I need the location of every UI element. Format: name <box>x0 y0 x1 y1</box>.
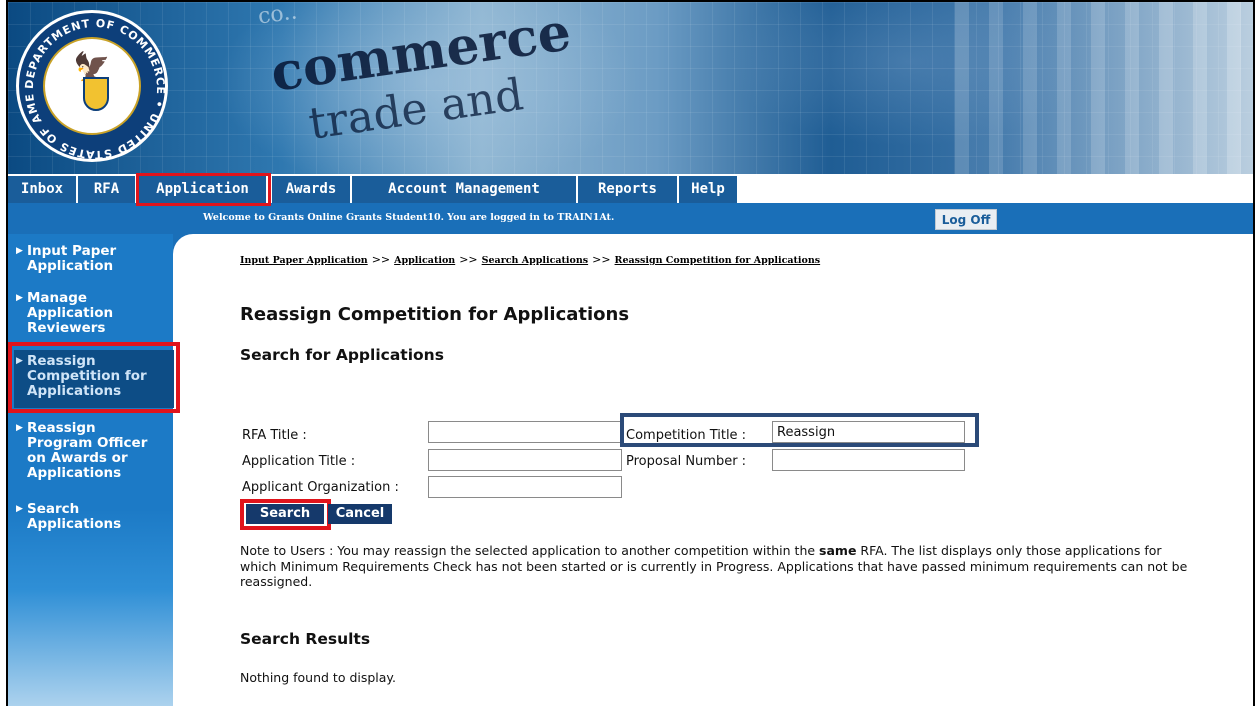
breadcrumb-separator: >> <box>592 253 611 266</box>
sidebar-item-label: Reassign <box>27 420 96 436</box>
log-off-button[interactable]: Log Off <box>935 209 997 230</box>
tab-awards[interactable]: Awards <box>272 176 352 203</box>
tab-application[interactable]: Application <box>136 173 271 206</box>
section-title-search: Search for Applications <box>240 346 444 364</box>
breadcrumb-link-search-applications[interactable]: Search Applications <box>482 255 588 266</box>
proposal-number-label: Proposal Number : <box>626 454 747 469</box>
highlight-box-sidebar <box>8 342 180 413</box>
search-results-empty-message: Nothing found to display. <box>240 670 397 685</box>
welcome-bar: Welcome to Grants Online Grants Student1… <box>8 203 1253 234</box>
note-text-bold: same <box>819 543 857 558</box>
sidebar-item-label: Applications <box>27 516 122 532</box>
applicant-organization-input[interactable] <box>428 476 622 498</box>
tab-rfa[interactable]: RFA <box>78 176 137 203</box>
sidebar-item-manage-application-reviewers[interactable]: ▶ Manage Application Reviewers <box>14 291 169 336</box>
page-title: Reassign Competition for Applications <box>240 304 630 325</box>
sidebar-item-label: Search <box>27 501 80 517</box>
search-button[interactable]: Search <box>246 504 324 524</box>
seal-shield-icon <box>83 77 109 111</box>
applicant-organization-label: Applicant Organization : <box>242 480 399 495</box>
note-text-before: Note to Users : You may reassign the sel… <box>240 543 820 558</box>
sidebar-item-reassign-program-officer[interactable]: ▶ Reassign Program Officer on Awards or … <box>14 421 169 481</box>
tab-help[interactable]: Help <box>679 176 739 203</box>
sidebar-item-input-paper-application[interactable]: ▶ Input Paper Application <box>14 244 169 274</box>
rfa-title-label: RFA Title : <box>242 428 307 443</box>
browser-frame: co.. commerce trade and DEPARTMENT OF CO… <box>6 0 1255 706</box>
sidebar-item-label: Reviewers <box>27 320 106 336</box>
rfa-title-input[interactable] <box>428 421 622 443</box>
sidebar-item-label: Application <box>27 258 114 274</box>
seal-inner-circle: 🦅 <box>43 37 141 135</box>
cancel-button[interactable]: Cancel <box>328 504 392 524</box>
search-results-title: Search Results <box>240 630 371 648</box>
breadcrumb-separator: >> <box>371 253 391 266</box>
tab-reports[interactable]: Reports <box>578 176 679 203</box>
sidebar-item-label: Manage <box>27 290 88 306</box>
breadcrumb-link-reassign-competition[interactable]: Reassign Competition for Applications <box>615 255 821 266</box>
application-title-input[interactable] <box>428 449 622 471</box>
header-banner: co.. commerce trade and DEPARTMENT OF CO… <box>8 2 1253 174</box>
sidebar-item-label: Program Officer <box>27 435 148 451</box>
tab-account-management[interactable]: Account Management <box>352 176 578 203</box>
chevron-right-icon: ▶ <box>16 246 23 256</box>
proposal-number-input[interactable] <box>772 449 965 471</box>
sidebar-item-label: Input Paper <box>27 243 117 259</box>
sidebar-item-label: Application <box>27 305 114 321</box>
breadcrumb-separator: >> <box>459 253 478 266</box>
main-nav-tabs: Inbox RFA Application Awards Account Man… <box>8 173 1253 206</box>
breadcrumb: Input Paper Application >> Application >> Se… <box>240 253 820 266</box>
chevron-right-icon: ▶ <box>16 504 23 514</box>
tab-inbox[interactable]: Inbox <box>8 176 78 203</box>
sidebar-item-label: Applications <box>27 465 122 481</box>
welcome-message: Welcome to Grants Online Grants Student1… <box>203 212 615 223</box>
competition-title-label: Competition Title : <box>626 428 747 443</box>
chevron-right-icon: ▶ <box>16 293 23 303</box>
sidebar-item-search-applications[interactable]: ▶ Search Applications <box>14 502 169 532</box>
chevron-right-icon: ▶ <box>16 423 23 433</box>
breadcrumb-link-application[interactable]: Application <box>394 255 455 266</box>
note-to-users: Note to Users : You may reassign the sel… <box>240 543 1200 590</box>
sidebar-item-label: on Awards or <box>27 450 128 466</box>
breadcrumb-link-input-paper-application[interactable]: Input Paper Application <box>240 255 368 266</box>
application-title-label: Application Title : <box>242 454 356 469</box>
banner-building-image <box>955 2 1253 174</box>
competition-title-input[interactable] <box>772 421 965 443</box>
department-of-commerce-seal-logo: DEPARTMENT OF COMMERCE • UNITED STATES O… <box>16 10 168 162</box>
